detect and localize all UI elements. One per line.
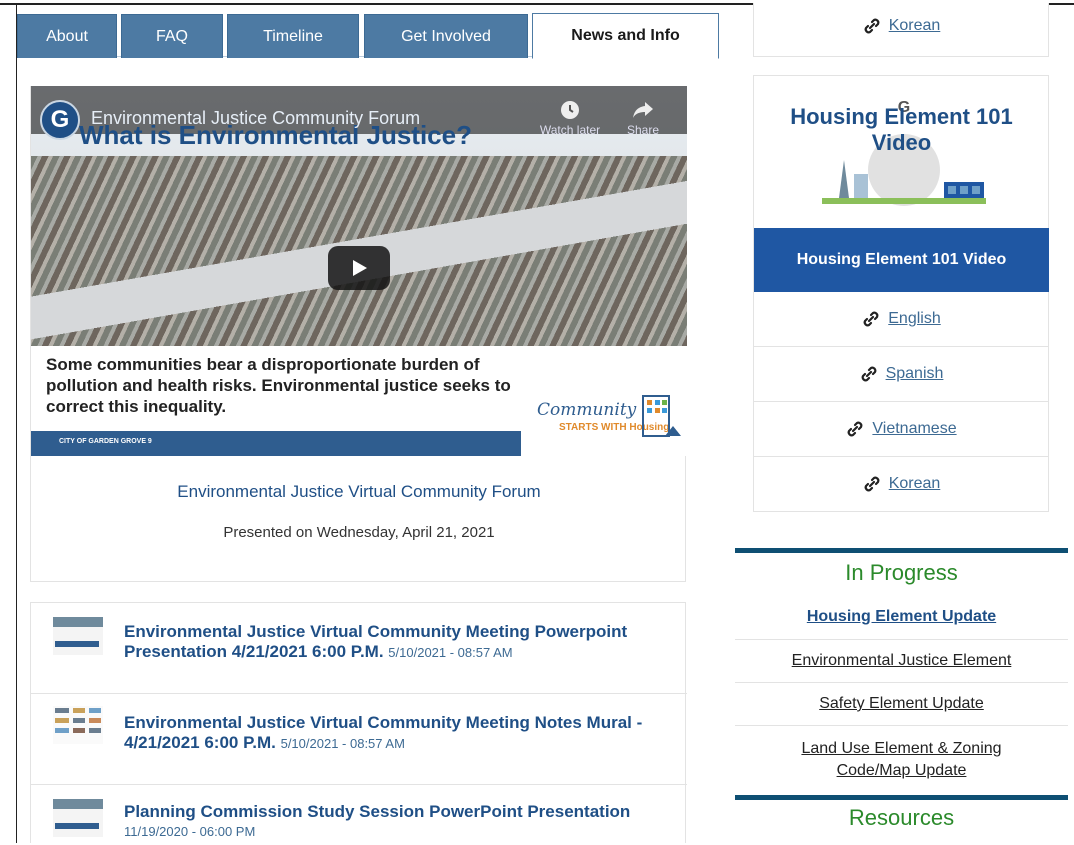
document-thumbnail	[53, 617, 103, 655]
slide-footer-text: CITY OF GARDEN GROVE 9	[59, 438, 152, 445]
divider	[735, 725, 1068, 726]
list-item[interactable]: Environmental Justice Virtual Community …	[31, 694, 687, 785]
divider	[754, 456, 1049, 457]
document-thumbnail	[53, 706, 103, 744]
document-link[interactable]: Environmental Justice Virtual Community …	[124, 713, 669, 754]
link-icon	[861, 366, 876, 382]
link-row[interactable]: English	[754, 310, 1049, 328]
slide-caption: Some communities bear a disproportionate…	[46, 355, 511, 416]
link-icon	[864, 18, 880, 34]
nav-land-use-element[interactable]: Land Use Element & Zoning Code/Map Updat…	[775, 738, 1028, 782]
tab-get-involved[interactable]: Get Involved	[364, 14, 528, 58]
link-english[interactable]: English	[888, 310, 940, 328]
link-spanish[interactable]: Spanish	[886, 365, 944, 383]
link-row[interactable]: Vietnamese	[754, 420, 1049, 438]
link-row[interactable]: Spanish	[754, 365, 1049, 383]
divider	[735, 639, 1068, 640]
list-item[interactable]: Environmental Justice Virtual Community …	[31, 603, 687, 694]
video-overlay-title[interactable]: Environmental Justice Community Forum	[91, 108, 420, 129]
document-date: 11/19/2020 - 06:00 PM	[124, 824, 256, 839]
housing-element-image-title: Housing Element 101 Video	[754, 104, 1049, 156]
link-vietnamese[interactable]: Vietnamese	[872, 420, 956, 438]
tab-news-and-info[interactable]: News and Info	[532, 13, 719, 59]
tab-faq[interactable]: FAQ	[121, 14, 223, 58]
play-button[interactable]	[328, 246, 390, 290]
nav-safety-element-update[interactable]: Safety Element Update	[735, 695, 1068, 713]
nav-housing-element-update[interactable]: Housing Element Update	[735, 608, 1068, 626]
tab-bar: About FAQ Timeline Get Involved News and…	[17, 12, 719, 59]
link-icon	[864, 476, 880, 492]
video-player[interactable]: G What is Environmental Justice? Environ…	[31, 86, 687, 456]
document-date: 5/10/2021 - 08:57 AM	[280, 736, 405, 751]
divider	[754, 346, 1049, 347]
divider	[754, 401, 1049, 402]
community-starts-with-housing-logo: Community STARTS WITH Housing	[537, 394, 681, 456]
building-icon	[642, 395, 681, 437]
tab-about[interactable]: About	[17, 14, 117, 58]
play-icon	[353, 260, 367, 276]
nav-environmental-justice-element[interactable]: Environmental Justice Element	[735, 652, 1068, 670]
video-card: G What is Environmental Justice? Environ…	[30, 86, 687, 582]
link-row[interactable]: Korean	[754, 475, 1049, 493]
document-date: 5/10/2021 - 08:57 AM	[388, 645, 513, 660]
link-icon	[848, 421, 863, 437]
document-link[interactable]: Environmental Justice Virtual Community …	[124, 622, 669, 663]
document-title[interactable]: Planning Commission Study Session PowerP…	[124, 802, 669, 822]
document-thumbnail	[53, 799, 103, 837]
resources-title: Resources	[848, 805, 955, 830]
share-button[interactable]: Share	[623, 100, 663, 137]
divider	[735, 682, 1068, 683]
share-icon	[633, 102, 653, 118]
link-korean[interactable]: Korean	[889, 17, 941, 35]
watch-later-label: Watch later	[539, 123, 601, 137]
document-list: Environmental Justice Virtual Community …	[30, 602, 687, 845]
section-rule	[735, 795, 1068, 800]
document-link[interactable]: Planning Commission Study Session PowerP…	[124, 802, 669, 842]
clock-icon	[561, 101, 579, 119]
list-item[interactable]: Planning Commission Study Session PowerP…	[31, 785, 687, 845]
frame-border-left	[16, 3, 17, 843]
link-korean[interactable]: Korean	[889, 475, 941, 493]
logo-text-community: Community	[537, 400, 637, 420]
language-links-card-top: Korean	[753, 3, 1049, 57]
video-card-title[interactable]: Environmental Justice Virtual Community …	[31, 482, 687, 502]
housing-element-banner[interactable]: Housing Element 101 Video	[754, 228, 1049, 292]
share-label: Share	[626, 123, 660, 137]
in-progress-title: In Progress	[845, 560, 958, 585]
tab-timeline[interactable]: Timeline	[227, 14, 359, 58]
image-title-text: Housing Element 101 Video	[790, 104, 1013, 155]
watch-later-button[interactable]: Watch later	[534, 100, 606, 137]
link-icon	[863, 311, 879, 327]
document-title[interactable]: Environmental Justice Virtual Community …	[124, 622, 627, 661]
garden-grove-logo: G	[40, 100, 80, 140]
housing-element-card: G Housing Element 101 Video Housing Elem…	[753, 75, 1049, 512]
link-row[interactable]: Korean	[754, 17, 1049, 35]
video-card-subtitle: Presented on Wednesday, April 21, 2021	[223, 524, 495, 541]
section-rule	[735, 548, 1068, 553]
